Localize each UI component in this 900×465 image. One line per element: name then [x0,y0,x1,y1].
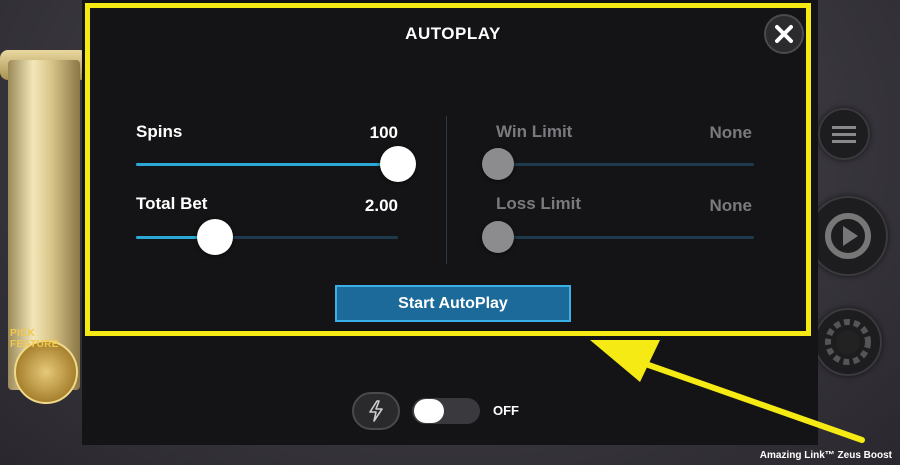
close-button[interactable] [764,14,804,54]
total-bet-slider-handle[interactable] [197,219,233,255]
spins-slider[interactable] [136,146,416,182]
win-limit-slider-handle[interactable] [482,148,514,180]
menu-button[interactable] [818,108,870,160]
loss-limit-value: None [709,196,753,215]
loss-limit-slider[interactable] [482,221,754,253]
game-title: Amazing Link™ Zeus Boost [759,450,892,461]
loss-limit-label: Loss Limit [496,194,582,213]
win-limit-value: None [709,123,753,142]
win-limit-slider[interactable] [482,148,754,180]
total-bet-slider[interactable] [136,219,398,255]
spins-slider-handle[interactable] [380,146,416,182]
loss-limit-slider-handle[interactable] [482,221,514,253]
bet-chip-button[interactable] [814,308,882,376]
autoplay-spin-button[interactable] [808,196,888,276]
turbo-toggle-label: OFF [493,403,519,418]
lightning-icon [369,400,383,422]
spins-slider-fill [136,163,398,166]
column-divider [446,116,447,264]
autoplay-dialog: AUTOPLAY Spins 100 Total Bet 2.00 Win Li… [85,3,811,336]
spins-label: Spins [136,122,183,141]
start-autoplay-button[interactable]: Start AutoPlay [335,285,571,322]
turbo-button[interactable] [352,392,400,430]
turbo-toggle-knob [414,399,444,423]
total-bet-value: 2.00 [364,196,398,215]
total-bet-label: Total Bet [136,194,208,213]
hamburger-icon [832,126,856,143]
close-icon [775,25,793,43]
win-limit-label: Win Limit [496,122,573,141]
spins-value: 100 [369,123,398,142]
pick-feature-label: PICK FEATURE [10,328,59,350]
chip-icon [825,319,871,365]
turbo-toggle[interactable] [412,398,480,424]
autoplay-icon [825,213,871,259]
dialog-title: AUTOPLAY [405,24,501,43]
